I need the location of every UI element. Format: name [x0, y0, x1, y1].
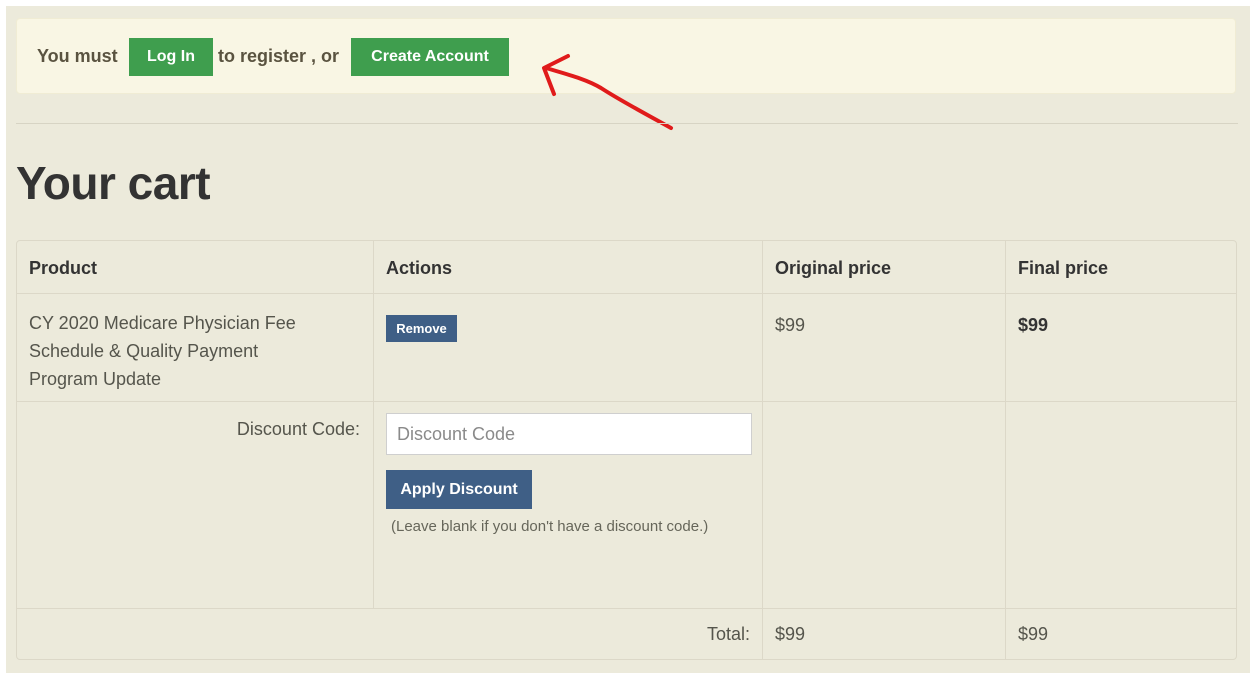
discount-code-label: Discount Code:	[236, 419, 360, 439]
column-header-product: Product	[29, 258, 98, 278]
notice-middle-text: to register , or	[218, 46, 340, 66]
column-header-final-price: Final price	[1018, 258, 1109, 278]
divider	[16, 123, 1238, 124]
login-button[interactable]: Log In	[129, 38, 213, 76]
notice-prefix-text: You must	[37, 46, 118, 66]
total-label: Total:	[706, 624, 750, 644]
discount-code-input[interactable]	[386, 413, 752, 455]
total-final-price: $99	[1018, 624, 1049, 644]
apply-discount-button[interactable]: Apply Discount	[386, 470, 532, 509]
product-name: CY 2020 Medicare Physician Fee Schedule …	[29, 309, 296, 393]
column-divider	[373, 241, 374, 608]
column-header-actions: Actions	[386, 258, 453, 278]
product-name-line: Schedule & Quality Payment	[29, 341, 259, 361]
original-price: $99	[775, 315, 806, 335]
row-divider	[17, 608, 1236, 609]
product-name-line: Program Update	[29, 369, 162, 389]
page-title: Your cart	[16, 157, 211, 209]
total-original-price: $99	[775, 624, 806, 644]
remove-button[interactable]: Remove	[386, 315, 457, 342]
product-name-line: CY 2020 Medicare Physician Fee	[29, 313, 296, 333]
column-divider	[1005, 241, 1006, 660]
discount-hint: (Leave blank if you don't have a discoun…	[391, 518, 709, 535]
column-header-original-price: Original price	[775, 258, 892, 278]
cart-table: Product Actions Original price Final pri…	[16, 240, 1237, 660]
column-divider	[762, 241, 763, 660]
final-price: $99	[1018, 315, 1049, 335]
row-divider	[17, 401, 1236, 402]
page-container: You must Log In to register , or Create …	[6, 6, 1250, 673]
header-divider	[17, 293, 1236, 294]
create-account-button[interactable]: Create Account	[351, 38, 509, 76]
red-arrow-icon	[542, 54, 673, 130]
